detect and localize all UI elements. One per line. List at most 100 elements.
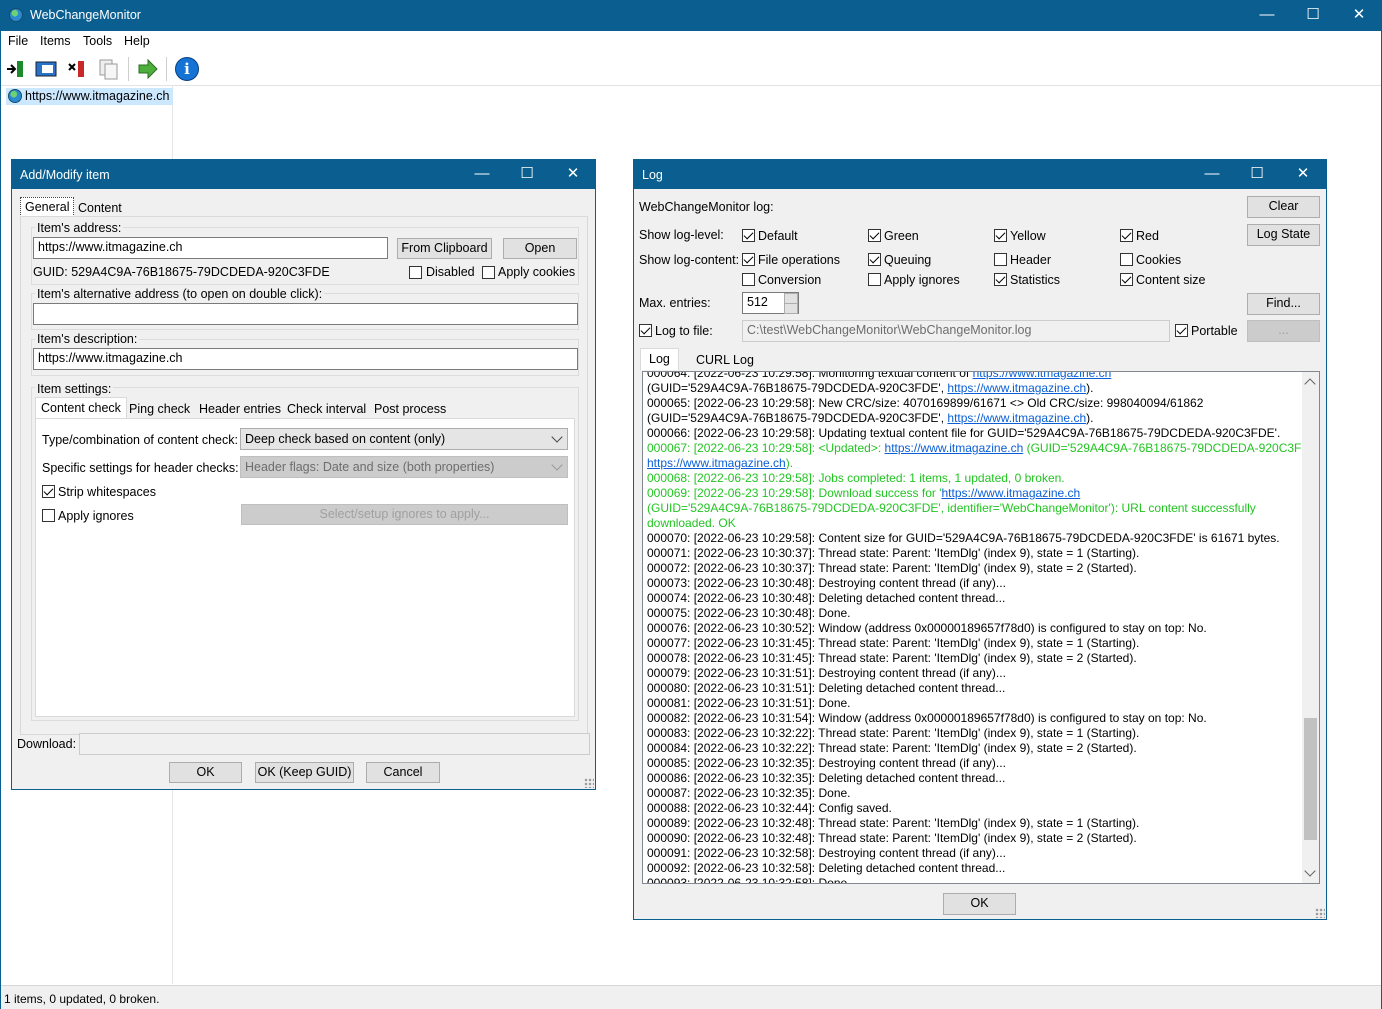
scroll-down-icon[interactable] — [1304, 865, 1316, 877]
info-icon[interactable]: i — [175, 57, 199, 81]
tab-curl-log[interactable]: CURL Log — [692, 351, 758, 369]
log-state-button[interactable]: Log State — [1247, 224, 1320, 246]
open-button[interactable]: Open — [503, 238, 577, 259]
log-ok-button[interactable]: OK — [943, 893, 1016, 915]
cancel-button[interactable]: Cancel — [366, 762, 440, 783]
description-input[interactable]: https://www.itmagazine.ch — [33, 348, 578, 370]
menu-file[interactable]: File — [8, 34, 28, 48]
content-size-checkbox[interactable] — [1120, 273, 1133, 286]
log-line-text: ). — [1086, 411, 1094, 425]
content-conversion-checkbox[interactable] — [742, 273, 755, 286]
content-cookies-label: Cookies — [1136, 253, 1182, 267]
ok-keep-guid-button[interactable]: OK (Keep GUID) — [255, 762, 354, 783]
content-statistics-checkbox[interactable] — [994, 273, 1007, 286]
scroll-thumb[interactable] — [1304, 718, 1317, 840]
minimize-button[interactable]: — — [1244, 0, 1290, 31]
modify-item-icon[interactable] — [34, 57, 58, 81]
log-line-link[interactable]: https://www.itmagazine.ch — [942, 486, 1081, 500]
content-header-checkbox[interactable] — [994, 253, 1007, 266]
dialog-title: Log — [642, 168, 663, 182]
spin-down-button[interactable] — [784, 303, 798, 314]
resize-grip[interactable] — [584, 778, 594, 788]
menu-bar: File Items Tools Help — [0, 31, 1382, 51]
maximize-button[interactable]: ☐ — [504, 160, 550, 189]
dialog-titlebar[interactable]: Log — ☐ ✕ — [634, 160, 1326, 189]
log-scrollbar[interactable] — [1302, 372, 1319, 883]
tab-header-entries[interactable]: Header entries — [195, 400, 285, 418]
copy-item-icon[interactable] — [97, 57, 121, 81]
check-now-icon[interactable] — [136, 57, 160, 81]
log-line-text: (GUID='529A4C9A-76B18675-79DCDEDA-920C3F… — [1023, 441, 1320, 455]
from-clipboard-button[interactable]: From Clipboard — [397, 238, 492, 259]
scroll-up-icon[interactable] — [1304, 378, 1316, 390]
log-line: 000085: [2022-06-23 10:32:35]: Destroyin… — [647, 756, 1297, 771]
content-cookies-checkbox[interactable] — [1120, 253, 1133, 266]
log-line-link[interactable]: https://www.itmagazine.ch — [947, 381, 1086, 395]
close-button[interactable]: ✕ — [1336, 0, 1382, 31]
close-button[interactable]: ✕ — [1280, 160, 1326, 189]
log-line-text: 000080: [2022-06-23 10:31:51]: Deleting … — [647, 681, 1006, 695]
content-statistics-label: Statistics — [1010, 273, 1061, 287]
portable-checkbox[interactable] — [1175, 324, 1188, 337]
disabled-checkbox[interactable] — [409, 266, 422, 279]
level-yellow-checkbox[interactable] — [994, 229, 1007, 242]
type-combo[interactable]: Deep check based on content (only) — [240, 428, 568, 450]
main-titlebar[interactable]: WebChangeMonitor — ☐ ✕ — [0, 0, 1382, 31]
ok-button[interactable]: OK — [169, 762, 242, 783]
tab-content[interactable]: Content — [74, 199, 126, 217]
log-line: 000067: [2022-06-23 10:29:58]: <Updated>… — [647, 441, 1319, 456]
content-queuing-checkbox[interactable] — [868, 253, 881, 266]
apply-cookies-checkbox[interactable] — [482, 266, 495, 279]
alt-address-input[interactable] — [33, 303, 578, 325]
tab-content-check[interactable]: Content check — [35, 397, 127, 418]
tab-general[interactable]: General — [20, 197, 75, 217]
level-default-checkbox[interactable] — [742, 229, 755, 242]
tab-ping-check[interactable]: Ping check — [125, 400, 194, 418]
menu-help[interactable]: Help — [124, 34, 150, 48]
content-file-operations-checkbox[interactable] — [742, 253, 755, 266]
content-apply-ignores-checkbox[interactable] — [868, 273, 881, 286]
find-button[interactable]: Find... — [1247, 293, 1320, 315]
log-line: 000090: [2022-06-23 10:32:48]: Thread st… — [647, 831, 1297, 846]
maximize-button[interactable]: ☐ — [1234, 160, 1280, 189]
log-line-link[interactable]: https://www.itmagazine.ch — [947, 411, 1086, 425]
alt-address-label: Item's alternative address (to open on d… — [35, 287, 325, 301]
add-item-icon[interactable] — [5, 57, 29, 81]
log-line-link[interactable]: https://www.itmagazine.ch — [647, 456, 786, 470]
minimize-button[interactable]: — — [459, 160, 505, 189]
close-button[interactable]: ✕ — [550, 160, 596, 189]
log-line-text: 000073: [2022-06-23 10:30:48]: Destroyin… — [647, 576, 1006, 590]
log-line: 000079: [2022-06-23 10:31:51]: Destroyin… — [647, 666, 1297, 681]
log-line-link[interactable]: https://www.itmagazine.ch — [973, 372, 1112, 380]
maximize-button[interactable]: ☐ — [1290, 0, 1336, 31]
tab-log[interactable]: Log — [640, 348, 679, 370]
level-green-checkbox[interactable] — [868, 229, 881, 242]
level-red-checkbox[interactable] — [1120, 229, 1133, 242]
log-line: (GUID='529A4C9A-76B18675-79DCDEDA-920C3F… — [647, 381, 1297, 396]
log-line: 000077: [2022-06-23 10:31:45]: Thread st… — [647, 636, 1297, 651]
toolbar: i — [0, 51, 1382, 86]
menu-items[interactable]: Items — [40, 34, 71, 48]
clear-button[interactable]: Clear — [1247, 196, 1320, 218]
resize-grip[interactable] — [1315, 908, 1325, 918]
address-input[interactable]: https://www.itmagazine.ch — [33, 237, 388, 259]
tab-post-process[interactable]: Post process — [370, 400, 450, 418]
delete-item-icon[interactable] — [66, 57, 90, 81]
content-check-panel: Type/combination of content check: Deep … — [35, 418, 575, 717]
log-line-text: 000068: [2022-06-23 10:29:58]: Jobs comp… — [647, 471, 1065, 485]
apply-ignores-checkbox[interactable] — [42, 509, 55, 522]
log-line-text: 000074: [2022-06-23 10:30:48]: Deleting … — [647, 591, 1006, 605]
minimize-button[interactable]: — — [1189, 160, 1235, 189]
strip-whitespaces-checkbox[interactable] — [42, 485, 55, 498]
log-line-text: 000071: [2022-06-23 10:30:37]: Thread st… — [647, 546, 1140, 560]
dialog-titlebar[interactable]: Add/Modify item — ☐ ✕ — [12, 160, 595, 189]
menu-tools[interactable]: Tools — [83, 34, 112, 48]
description-label: Item's description: — [35, 332, 140, 346]
list-item[interactable]: https://www.itmagazine.ch — [6, 88, 173, 105]
log-line-link[interactable]: https://www.itmagazine.ch — [885, 441, 1024, 455]
log-line-text: 000084: [2022-06-23 10:32:22]: Thread st… — [647, 741, 1137, 755]
log-text-area[interactable]: 000064: [2022-06-23 10:29:58]: Monitorin… — [642, 371, 1320, 884]
tab-check-interval[interactable]: Check interval — [283, 400, 370, 418]
app-title: WebChangeMonitor — [30, 8, 141, 22]
log-to-file-checkbox[interactable] — [639, 324, 652, 337]
